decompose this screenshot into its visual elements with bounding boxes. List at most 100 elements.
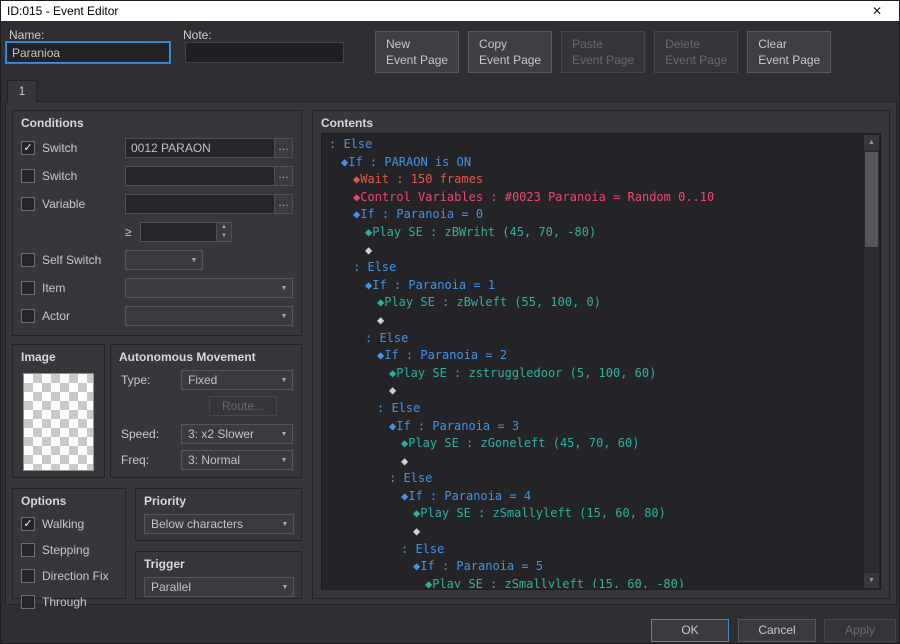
scroll-down-icon[interactable]: ▼: [864, 573, 879, 588]
page-button-label: Event Page: [479, 53, 542, 67]
chevron-down-icon: ▼: [190, 256, 198, 264]
switch1-field[interactable]: 0012 PARAON …: [125, 138, 293, 158]
event-command-line[interactable]: : Else: [323, 400, 864, 418]
ok-button[interactable]: OK: [651, 619, 729, 642]
trigger-dropdown[interactable]: Parallel ▼: [144, 577, 294, 597]
movement-speed-label: Speed:: [121, 427, 160, 441]
tab-page-1[interactable]: 1: [7, 80, 37, 103]
actor-dropdown[interactable]: ▼: [125, 306, 293, 326]
option-through-checkbox[interactable]: [21, 595, 35, 609]
event-command-line[interactable]: ◆: [323, 523, 864, 541]
option-walking-label: Walking: [42, 517, 85, 531]
movement-speed-dropdown[interactable]: 3: x2 Slower ▼: [181, 424, 293, 444]
event-command-line[interactable]: ◆: [323, 453, 864, 471]
cancel-button[interactable]: Cancel: [738, 619, 816, 642]
switch2-checkbox[interactable]: [21, 169, 35, 183]
condition-self-switch-row: Self Switch ▼: [21, 250, 293, 270]
self-switch-dropdown[interactable]: ▼: [125, 250, 203, 270]
autonomous-movement-group: Autonomous Movement Type: Fixed ▼ Route.…: [110, 344, 302, 478]
priority-value: Below characters: [151, 517, 244, 531]
item-dropdown[interactable]: ▼: [125, 278, 293, 298]
switch2-field[interactable]: …: [125, 166, 293, 186]
image-group: Image: [12, 344, 105, 478]
trigger-group: Trigger Parallel ▼: [135, 551, 302, 599]
paste-event-page-button: Paste Event Page: [561, 31, 646, 73]
event-command-list[interactable]: : Else ◆If : PARAON is ON ◆Wait : 150 fram…: [321, 133, 881, 590]
event-command-line[interactable]: ◆Play SE : zSmallyleft (15, 60, 80): [323, 505, 864, 523]
event-page-panel: Conditions ✓ Switch 0012 PARAON … Switch: [5, 101, 897, 609]
new-event-page-button[interactable]: New Event Page: [375, 31, 460, 73]
option-through-label: Through: [42, 595, 87, 609]
event-command-line[interactable]: ◆Play SE : zGoneleft (45, 70, 60): [323, 435, 864, 453]
character-image-preview[interactable]: [23, 373, 94, 471]
event-command-line[interactable]: : Else: [323, 136, 864, 154]
trigger-title: Trigger: [144, 557, 185, 571]
event-command-line[interactable]: ◆: [323, 242, 864, 260]
event-command-line[interactable]: ◆If : Paranoia = 1: [323, 277, 864, 295]
page-buttons-bar: New Event Page Copy Event Page Paste Event Pa…: [375, 31, 832, 73]
event-command-line[interactable]: : Else: [323, 330, 864, 348]
contents-title: Contents: [321, 116, 373, 130]
spinner-down-icon[interactable]: ▼: [217, 232, 231, 241]
event-command-line[interactable]: ◆If : Paranoia = 2: [323, 347, 864, 365]
event-command-line[interactable]: ◆If : Paranoia = 4: [323, 488, 864, 506]
note-input[interactable]: [185, 42, 344, 63]
option-stepping-checkbox[interactable]: [21, 543, 35, 557]
copy-event-page-button[interactable]: Copy Event Page: [468, 31, 553, 73]
event-command-line[interactable]: : Else: [323, 541, 864, 559]
scroll-up-icon[interactable]: ▲: [864, 135, 879, 150]
chevron-down-icon: ▼: [280, 430, 288, 438]
switch1-checkbox[interactable]: ✓: [21, 141, 35, 155]
self-switch-label: Self Switch: [42, 253, 102, 267]
priority-dropdown[interactable]: Below characters ▼: [144, 514, 294, 534]
event-command-line[interactable]: ◆Play SE : zstruggledoor (5, 100, 60): [323, 365, 864, 383]
event-command-line[interactable]: : Else: [323, 470, 864, 488]
option-direction-fix-checkbox[interactable]: [21, 569, 35, 583]
switch2-label: Switch: [42, 169, 78, 183]
option-row-stepping: Stepping: [21, 540, 117, 560]
event-command-line[interactable]: ◆If : Paranoia = 5: [323, 558, 864, 576]
option-row-through: Through: [21, 592, 117, 612]
vertical-scrollbar[interactable]: ▲ ▼: [864, 135, 879, 588]
event-command-line[interactable]: ◆Play SE : zBWriht (45, 70, -80): [323, 224, 864, 242]
page-button-label: New: [386, 37, 411, 51]
event-command-line[interactable]: ◆Play SE : zSmallyleft (15, 60, -80): [323, 576, 864, 588]
variable-checkbox[interactable]: [21, 197, 35, 211]
self-switch-checkbox[interactable]: [21, 253, 35, 267]
variable-browse-button[interactable]: …: [274, 195, 292, 213]
event-command-line[interactable]: ◆Control Variables : #0023 Paranoia = Ra…: [323, 189, 864, 207]
event-command-line[interactable]: ◆If : PARAON is ON: [323, 154, 864, 172]
variable-amount-spinner[interactable]: ▲ ▼: [140, 222, 232, 242]
movement-speed-row: Speed: 3: x2 Slower ▼: [121, 424, 293, 444]
conditions-title: Conditions: [21, 116, 84, 130]
event-command-line[interactable]: ◆: [323, 382, 864, 400]
variable-field[interactable]: …: [125, 194, 293, 214]
option-walking-checkbox[interactable]: ✓: [21, 517, 35, 531]
event-command-line[interactable]: ◆Wait : 150 frames: [323, 171, 864, 189]
event-command-line[interactable]: ◆If : Paranoia = 0: [323, 206, 864, 224]
event-command-line[interactable]: ◆If : Paranoia = 3: [323, 418, 864, 436]
movement-type-label: Type:: [121, 373, 151, 387]
chevron-down-icon: ▼: [280, 376, 288, 384]
event-command-line[interactable]: ◆Play SE : zBwleft (55, 100, 0): [323, 294, 864, 312]
spinner-up-icon[interactable]: ▲: [217, 223, 231, 232]
switch2-browse-button[interactable]: …: [274, 167, 292, 185]
movement-type-dropdown[interactable]: Fixed ▼: [181, 370, 293, 390]
movement-freq-dropdown[interactable]: 3: Normal ▼: [181, 450, 293, 470]
event-command-line[interactable]: : Else: [323, 259, 864, 277]
delete-event-page-button: Delete Event Page: [654, 31, 739, 73]
scrollbar-thumb[interactable]: [865, 152, 878, 247]
close-icon[interactable]: ✕: [861, 4, 893, 18]
clear-event-page-button[interactable]: Clear Event Page: [747, 31, 832, 73]
movement-route-row: Route...: [121, 396, 293, 416]
name-input[interactable]: [6, 42, 170, 63]
page-button-label: Copy: [479, 37, 508, 51]
item-checkbox[interactable]: [21, 281, 35, 295]
options-list: ✓ Walking Stepping Direction Fix Through: [13, 514, 125, 612]
event-command-line[interactable]: ◆: [323, 312, 864, 330]
switch1-browse-button[interactable]: …: [274, 139, 292, 157]
actor-checkbox[interactable]: [21, 309, 35, 323]
condition-switch2-row: Switch …: [21, 166, 293, 186]
event-command-area[interactable]: : Else ◆If : PARAON is ON ◆Wait : 150 fram…: [323, 135, 864, 588]
switch2-value: [126, 167, 274, 185]
